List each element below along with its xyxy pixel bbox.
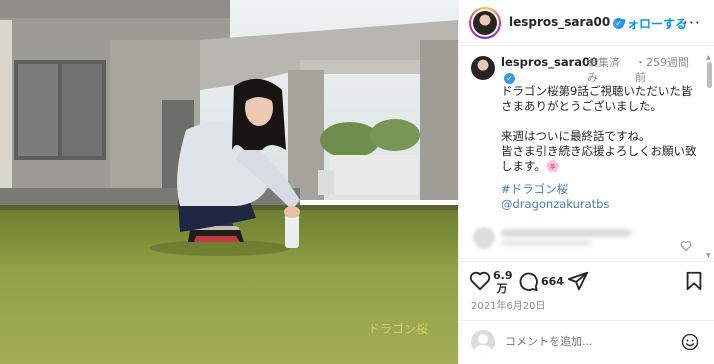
hashtag-link[interactable]: #ドラゴン桜	[501, 182, 609, 197]
like-count[interactable]: 6.9万	[493, 269, 513, 295]
caption-tags: #ドラゴン桜 @dragonzakuratbs	[501, 182, 609, 212]
comments-scrollbar[interactable]: ▲ ▼	[706, 54, 713, 260]
bookmark-icon[interactable]	[683, 270, 705, 292]
edited-label: 編集済み	[587, 56, 620, 84]
comment-count[interactable]: 664	[541, 275, 564, 288]
avatar-image	[473, 11, 497, 35]
post-header: lespros_sara00 ✓ フォローする ···	[459, 0, 714, 46]
photo-illustration: ドラゴン桜	[0, 0, 458, 364]
more-options-icon[interactable]: ···	[683, 13, 701, 32]
caption-avatar[interactable]	[471, 56, 495, 80]
comments-area: lespros_sara00✓ 編集済み ・259週間前 ドラゴン桜第9話ご視聴…	[459, 47, 714, 260]
emoji-icon[interactable]	[681, 333, 699, 351]
instagram-post: ドラゴン桜 lespros_sara00 ✓ フォローする ··· lespros…	[0, 0, 714, 364]
post-sidebar: lespros_sara00 ✓ フォローする ··· lespros_sara0…	[458, 0, 714, 364]
blurred-comment	[471, 225, 701, 251]
comment-like-heart-icon[interactable]	[680, 240, 692, 252]
caption-username[interactable]: lespros_sara00✓	[501, 55, 598, 85]
comment-icon[interactable]	[517, 270, 539, 292]
caption-text: ドラゴン桜第9話ご視聴いただいた皆さまありがとうございました。 来週はついに最終…	[501, 84, 697, 173]
photo-watermark: ドラゴン桜	[368, 321, 428, 336]
viewer-avatar	[471, 330, 495, 354]
sakura-emoji: 🌸	[545, 159, 561, 173]
caption-time[interactable]: ・259週間前	[635, 55, 697, 85]
scroll-thumb[interactable]	[707, 62, 712, 88]
scroll-up-icon[interactable]: ▲	[706, 54, 711, 61]
share-icon[interactable]	[567, 270, 589, 292]
scroll-down-icon[interactable]: ▼	[706, 252, 711, 259]
heart-icon[interactable]	[469, 270, 491, 292]
post-photo[interactable]: ドラゴン桜	[0, 0, 458, 364]
add-comment-bar	[459, 320, 714, 364]
header-avatar[interactable]	[469, 7, 501, 39]
verified-badge-icon: ✓	[504, 73, 515, 84]
action-bar: 6.9万 664 2021年6月20日	[459, 261, 714, 319]
post-date[interactable]: 2021年6月20日	[471, 297, 546, 312]
follow-button[interactable]: フォローする	[615, 15, 687, 32]
header-username[interactable]: lespros_sara00 ✓	[509, 15, 625, 29]
mention-link[interactable]: @dragonzakuratbs	[501, 197, 609, 212]
comment-input[interactable]	[505, 335, 665, 348]
